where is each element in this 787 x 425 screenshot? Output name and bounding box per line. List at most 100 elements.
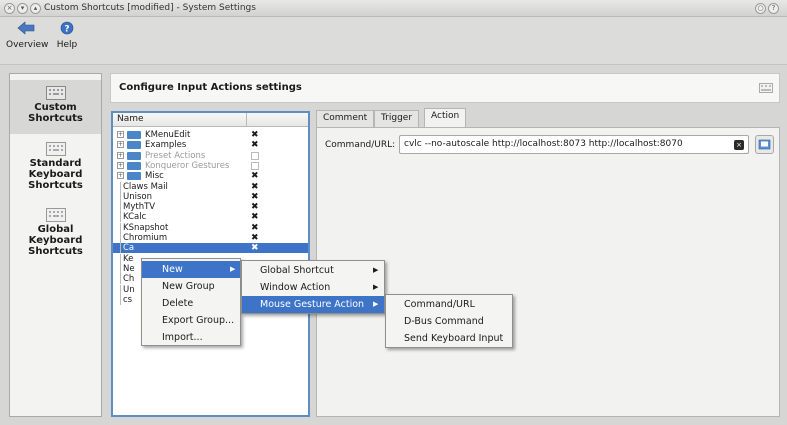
menu-item-dbus-command[interactable]: D-Bus Command — [386, 313, 512, 330]
menu-item-dbus-command-label: D-Bus Command — [404, 316, 484, 327]
sidebar-item-standard-keyboard-shortcuts[interactable]: Standard Keyboard Shortcuts — [10, 140, 101, 200]
tree-branch-line — [120, 263, 121, 274]
keep-above-icon[interactable]: ○ — [755, 3, 766, 14]
tree-row[interactable]: + KMenuEdit ✖ — [113, 130, 308, 140]
menu-item-send-keyboard-input[interactable]: Send Keyboard Input — [386, 330, 512, 347]
disabled-mark-icon[interactable]: ✖ — [251, 223, 259, 233]
clear-icon[interactable]: × — [734, 140, 744, 150]
tree-row-label: cs — [123, 294, 133, 305]
svg-text:?: ? — [64, 25, 69, 35]
tree-row[interactable]: Ca ✖ — [113, 243, 308, 254]
keyboard-icon — [45, 142, 66, 156]
disabled-mark-icon[interactable]: ✖ — [251, 233, 259, 243]
tree-row[interactable]: + Misc ✖ — [113, 171, 308, 181]
menu-item-mouse-gesture-action-label: Mouse Gesture Action — [260, 299, 365, 310]
submenu-arrow-icon: ▶ — [373, 266, 379, 274]
disabled-mark-icon[interactable]: ✖ — [251, 182, 259, 192]
disabled-mark-icon[interactable]: ✖ — [251, 212, 259, 222]
tree-branch-line — [120, 202, 121, 213]
tree-row-label: Un — [123, 284, 135, 295]
tree-row-label: Ca — [123, 243, 135, 254]
disabled-mark-icon[interactable]: ✖ — [251, 140, 259, 150]
menu-item-global-shortcut[interactable]: Global Shortcut ▶ — [242, 262, 384, 279]
tab-action[interactable]: Action — [424, 108, 467, 127]
expand-icon[interactable]: + — [117, 172, 124, 180]
folder-icon — [127, 172, 141, 181]
tree-row[interactable]: MythTV ✖ — [113, 202, 308, 213]
menu-item-delete-label: Delete — [162, 298, 194, 309]
keyboard-icon — [759, 83, 773, 93]
menu-item-send-keyboard-input-label: Send Keyboard Input — [404, 333, 504, 344]
tree-row[interactable]: + Preset Actions — [113, 151, 308, 161]
tree-row[interactable]: Chromium ✖ — [113, 233, 308, 243]
tree-column-name[interactable]: Name — [117, 114, 144, 124]
window-title: Custom Shortcuts [modified] - System Set… — [44, 3, 256, 13]
maximize-icon[interactable]: ▴ — [30, 3, 41, 14]
expand-icon[interactable]: + — [117, 141, 124, 149]
tree-row-label: Konqueror Gestures — [145, 160, 230, 171]
tree-row-label: Chromium — [123, 233, 168, 243]
menu-item-new[interactable]: New ▶ — [142, 261, 240, 278]
minimize-icon[interactable]: ▾ — [17, 3, 28, 14]
tab-comment-label: Comment — [323, 113, 368, 123]
tree-row[interactable]: KCalc ✖ — [113, 212, 308, 223]
sidebar-label-global-keyboard-shortcuts: Global Keyboard Shortcuts — [28, 224, 83, 257]
tab-trigger[interactable]: Trigger — [374, 110, 420, 127]
menu-item-delete[interactable]: Delete — [142, 295, 240, 312]
menu-item-command-url[interactable]: Command/URL — [386, 296, 512, 313]
tree-branch-line — [120, 284, 121, 295]
sidebar-item-global-keyboard-shortcuts[interactable]: Global Keyboard Shortcuts — [10, 206, 101, 266]
menu-item-export-group[interactable]: Export Group... — [142, 312, 240, 329]
close-window-icon[interactable]: × — [4, 3, 15, 14]
expand-icon[interactable]: + — [117, 161, 124, 169]
tree-row-label: Ke — [123, 253, 134, 264]
tree-branch-line — [120, 294, 121, 305]
disabled-mark-icon[interactable]: ✖ — [251, 192, 259, 202]
tree-row[interactable]: + Examples ✖ — [113, 140, 308, 150]
action-panel: Comment Trigger Action Command/URL: cvlc… — [316, 106, 780, 417]
column-separator[interactable] — [246, 113, 247, 127]
disabled-mark-icon[interactable]: ✖ — [251, 202, 259, 212]
help-button[interactable]: ? Help — [52, 21, 82, 50]
overview-button[interactable]: Overview — [6, 21, 48, 50]
tree-row[interactable]: KSnapshot ✖ — [113, 222, 308, 233]
tree-row[interactable]: Claws Mail ✖ — [113, 181, 308, 192]
tree-branch-line — [120, 243, 121, 254]
disabled-mark-icon[interactable]: ✖ — [251, 243, 259, 253]
menu-item-import[interactable]: Import... — [142, 329, 240, 346]
tree-row-label: Ch — [123, 274, 135, 285]
keyboard-icon — [45, 86, 66, 100]
tab-comment[interactable]: Comment — [316, 110, 375, 127]
folder-open-icon — [758, 139, 771, 150]
disabled-mark-icon[interactable]: ✖ — [251, 171, 259, 181]
window-help-icon[interactable]: ? — [768, 3, 779, 14]
browse-button[interactable] — [755, 135, 774, 154]
submenu-arrow-icon: ▶ — [373, 283, 379, 291]
tree-branch-line — [120, 191, 121, 202]
tree-row-label: Preset Actions — [145, 150, 206, 161]
folder-icon — [127, 141, 141, 150]
enabled-checkbox[interactable] — [251, 161, 259, 170]
expand-icon[interactable]: + — [117, 131, 124, 138]
sidebar-item-custom-shortcuts[interactable]: Custom Shortcuts — [10, 80, 101, 134]
disabled-mark-icon[interactable]: ✖ — [251, 130, 259, 140]
expand-icon[interactable]: + — [117, 151, 124, 159]
command-url-input[interactable]: cvlc --no-autoscale http://localhost:807… — [399, 135, 749, 154]
menu-item-command-url-label: Command/URL — [404, 299, 475, 310]
enabled-checkbox[interactable] — [251, 151, 259, 160]
submenu-arrow-icon: ▶ — [230, 265, 236, 273]
menu-item-new-group[interactable]: New Group — [142, 278, 240, 295]
title-bar: × ▾ ▴ Custom Shortcuts [modified] - Syst… — [0, 0, 787, 17]
back-arrow-icon — [17, 21, 35, 35]
tree-row-label: KSnapshot — [123, 222, 169, 233]
tree-branch-line — [120, 212, 121, 223]
tree-row[interactable]: Unison ✖ — [113, 191, 308, 202]
sidebar-label-custom-shortcuts: Custom Shortcuts — [28, 102, 83, 124]
tree-header: Name — [113, 113, 308, 127]
command-url-value: cvlc --no-autoscale http://localhost:807… — [404, 139, 683, 149]
menu-item-mouse-gesture-action[interactable]: Mouse Gesture Action ▶ — [242, 296, 384, 313]
menu-item-window-action[interactable]: Window Action ▶ — [242, 279, 384, 296]
submenu-arrow-icon: ▶ — [373, 300, 379, 308]
tree-row-label: KCalc — [123, 212, 147, 223]
tree-row[interactable]: + Konqueror Gestures — [113, 161, 308, 171]
